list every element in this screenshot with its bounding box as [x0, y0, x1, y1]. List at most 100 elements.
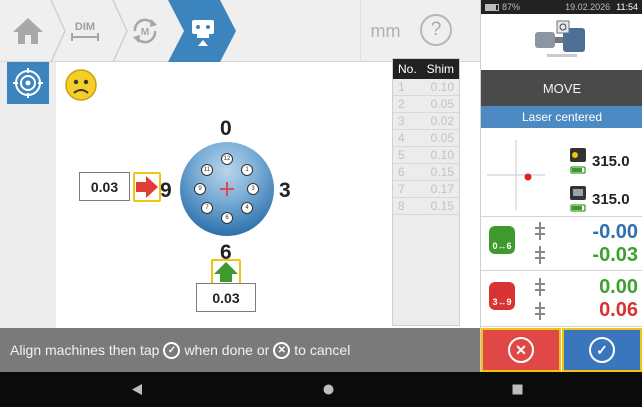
- tolerance-smiley-icon: [65, 69, 97, 101]
- shim-col-shim: Shim: [426, 62, 454, 76]
- vertical-rear-value: -0.03: [592, 244, 638, 266]
- home-icon: [13, 18, 43, 44]
- shim-row: 1 0.10: [393, 79, 459, 96]
- shim-row: 5 0.10: [393, 147, 459, 164]
- unit-button[interactable]: mm: [360, 0, 410, 62]
- divider: [481, 270, 642, 271]
- shim-col-no: No.: [398, 62, 417, 76]
- sensor-detector-2: 315.0: [567, 184, 642, 214]
- bolt-dot: 1: [241, 164, 253, 176]
- help-button[interactable]: ?: [420, 14, 452, 46]
- instruction-bar: Align machines then tap ✓ when done or ✕…: [0, 328, 480, 372]
- sensor-icon: [570, 148, 586, 174]
- dimension-arrow-icon: [71, 33, 99, 41]
- target-view-button[interactable]: [7, 62, 49, 104]
- bolt-dot: 11: [201, 164, 213, 176]
- shim-row-value: 0.05: [430, 131, 454, 145]
- horizontal-arrow-highlight: [133, 172, 161, 202]
- shim-row: 2 0.05: [393, 96, 459, 113]
- sensor-detector-1: 315.0: [567, 146, 642, 176]
- shim-row-value: 0.10: [430, 148, 454, 162]
- app-screen: DIM M mm ? 0 3 6 9 12 1 3 4 6 7 9 11 0.0…: [0, 0, 642, 407]
- horizontal-badge-label: 3↔9: [492, 297, 512, 307]
- laser-status-label: Laser centered: [481, 106, 642, 128]
- dim-label: DIM: [74, 21, 96, 33]
- move-up-arrow-icon: [214, 262, 238, 282]
- instruction-text-end: to cancel: [294, 342, 351, 358]
- shim-row-no: 2: [398, 97, 405, 111]
- shim-row: 8 0.15: [393, 198, 459, 215]
- top-toolbar: DIM M mm ?: [0, 0, 480, 62]
- cancel-icon: ✕: [508, 337, 534, 363]
- instruction-text-mid: when done or: [184, 342, 270, 358]
- back-icon[interactable]: [131, 383, 143, 396]
- bolt-dot: 12: [221, 153, 233, 165]
- center-cross-icon: [220, 182, 234, 196]
- clock-label-top: 0: [220, 117, 232, 140]
- bolt-dot: 7: [201, 202, 213, 214]
- shim-table-header: No. Shim: [393, 59, 459, 79]
- vertical-front-value: -0.00: [592, 221, 638, 243]
- shim-row-no: 3: [398, 114, 405, 128]
- vertical-badge-label: 0↔6: [492, 241, 512, 251]
- horizontal-bracket-badge: 3↔9: [489, 282, 515, 310]
- shim-row-value: 0.10: [430, 80, 454, 94]
- bolt-dot: 4: [241, 202, 253, 214]
- shim-row: 3 0.02: [393, 113, 459, 130]
- shim-row-no: 8: [398, 199, 405, 213]
- coupling-disc: 12 1 3 4 6 7 9 11: [180, 142, 274, 236]
- right-panel: 87% 19.02.2026 11:54 MOVE Laser centered: [480, 0, 642, 372]
- shim-row-no: 6: [398, 165, 405, 179]
- clock-label-left: 9: [160, 179, 172, 202]
- shim-row: 7 0.17: [393, 181, 459, 198]
- unit-label: mm: [370, 20, 401, 41]
- home-button[interactable]: [5, 8, 51, 54]
- shim-row-no: 5: [398, 148, 405, 162]
- shim-row-value: 0.05: [430, 97, 454, 111]
- battery-icon: [485, 3, 499, 11]
- shim-row-value: 0.15: [430, 165, 454, 179]
- date-label: 19.02.2026: [565, 2, 611, 12]
- horizontal-rear-value: 0.06: [599, 299, 638, 321]
- left-tool-strip: [0, 62, 56, 328]
- foot-shim-icon: [535, 222, 545, 264]
- vertical-arrow-highlight: [211, 259, 241, 285]
- shim-row-no: 7: [398, 182, 405, 196]
- battery-level: 87%: [502, 2, 521, 12]
- recent-apps-icon[interactable]: [512, 384, 523, 395]
- help-icon: ?: [430, 19, 442, 40]
- cancel-button[interactable]: ✕: [481, 328, 561, 372]
- horizontal-front-value: 0.00: [599, 276, 638, 298]
- shim-row-value: 0.15: [430, 199, 454, 213]
- shim-row: 6 0.15: [393, 164, 459, 181]
- clock-label-right: 3: [279, 179, 291, 202]
- sensor-value-1: 315.0: [592, 152, 630, 170]
- device-status-bar: 87% 19.02.2026 11:54: [481, 0, 642, 14]
- check-circle-icon: ✓: [163, 341, 181, 359]
- dimensions-button[interactable]: DIM: [62, 8, 108, 54]
- measure-button[interactable]: M: [122, 8, 168, 54]
- bolt-dot: 6: [221, 212, 233, 224]
- confirm-button[interactable]: ✓: [562, 328, 642, 372]
- machine-train-icon: [535, 20, 585, 57]
- home-circle-icon[interactable]: [323, 384, 334, 395]
- bolt-dot: 9: [194, 183, 206, 195]
- svg-text:M: M: [141, 27, 149, 38]
- foot-shim-icon: [535, 278, 545, 320]
- laser-crosshair-view: [487, 140, 545, 210]
- divider: [481, 326, 642, 327]
- shim-row: 4 0.05: [393, 130, 459, 147]
- results-tab-active[interactable]: [168, 0, 238, 62]
- measure-rotate-icon: M: [133, 18, 157, 44]
- sensor-value-2: 315.0: [592, 190, 630, 208]
- time-label: 11:54: [616, 2, 638, 12]
- cancel-circle-icon: ✕: [273, 341, 291, 359]
- target-icon: [13, 68, 43, 98]
- shim-row-no: 4: [398, 131, 405, 145]
- instruction-text-start: Align machines then tap: [10, 342, 160, 358]
- move-mode-label: MOVE: [481, 70, 642, 106]
- vertical-bracket-badge: 0↔6: [489, 226, 515, 254]
- vertical-move-value: 0.03: [196, 283, 256, 312]
- shim-row-value: 0.02: [430, 114, 454, 128]
- check-icon: ✓: [589, 337, 615, 363]
